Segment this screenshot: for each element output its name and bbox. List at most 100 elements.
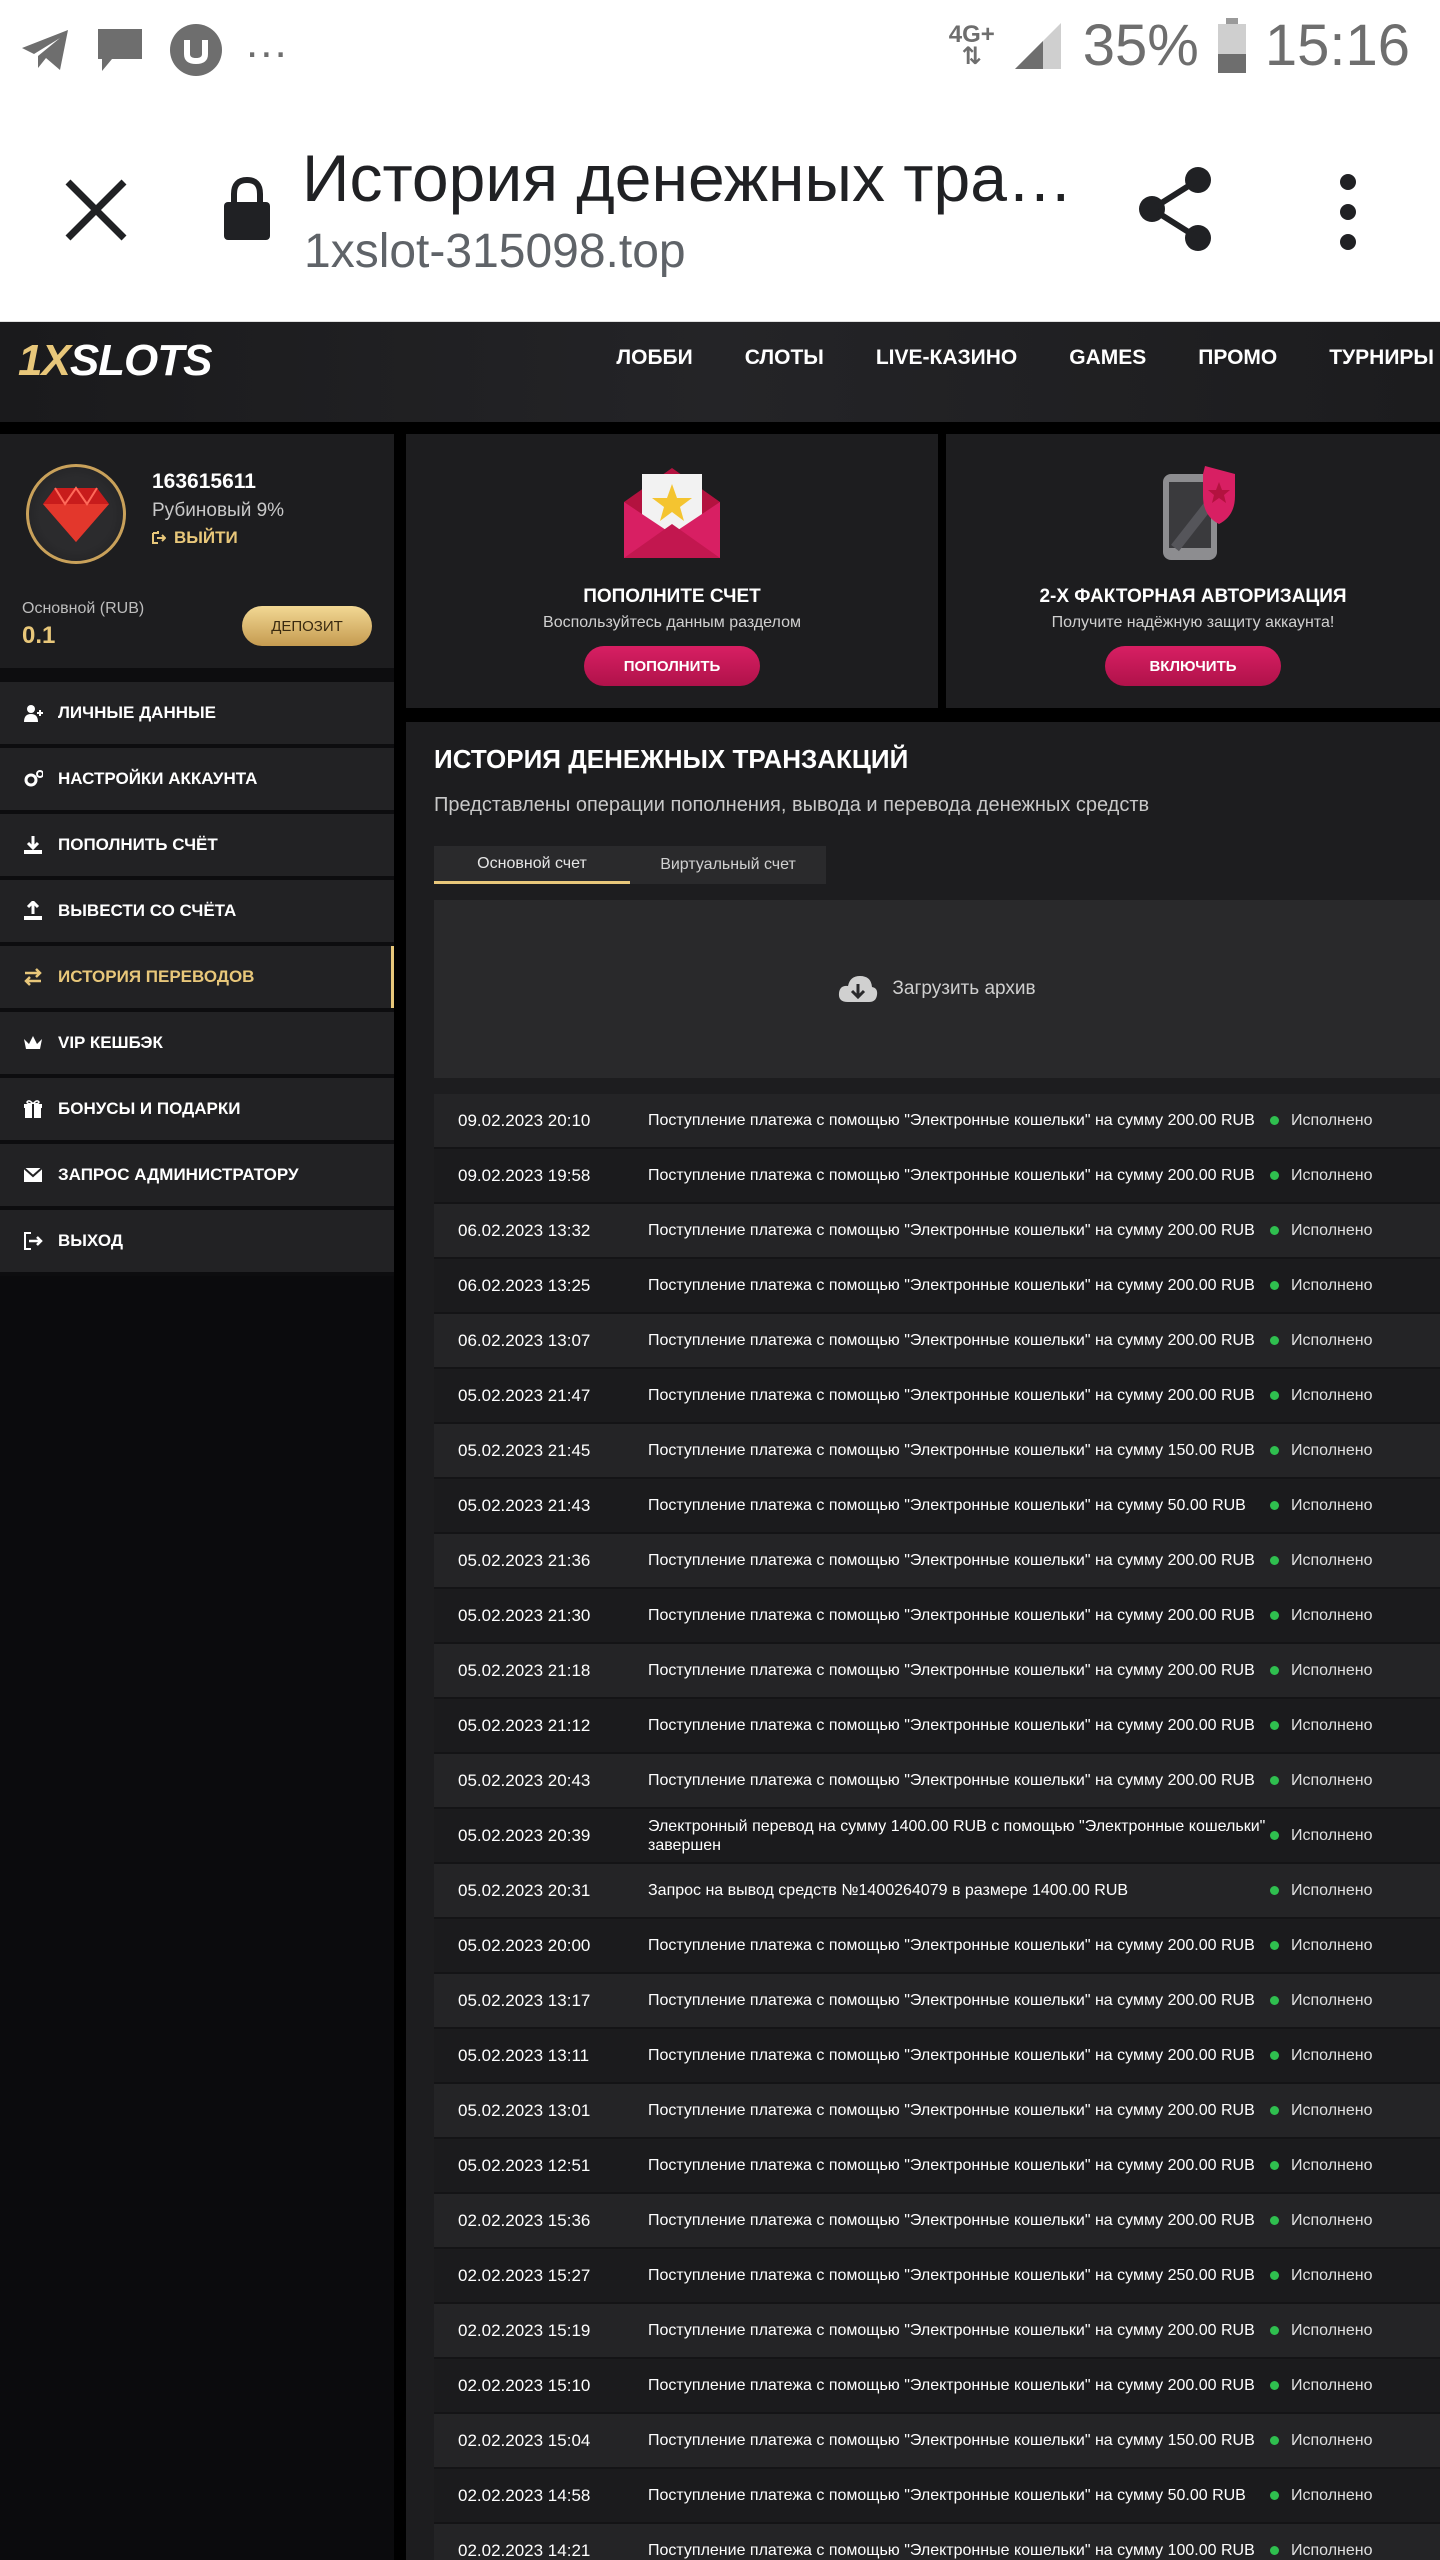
- transaction-date: 05.02.2023 21:12: [458, 1715, 591, 1735]
- table-row: 02.02.2023 14:21 Поступление платежа с по…: [434, 2524, 1440, 2560]
- status-label: Исполнено: [1291, 1441, 1373, 1459]
- notification-icons: ...: [20, 18, 289, 78]
- tab-virtual-account[interactable]: Виртуальный счет: [630, 846, 826, 884]
- status-dot-icon: [1270, 1666, 1279, 1675]
- menu-item-label: ВЫХОД: [58, 1231, 123, 1250]
- account-tabs: Основной счет Виртуальный счет: [434, 846, 826, 884]
- transaction-date: 05.02.2023 12:51: [458, 2155, 591, 2175]
- transaction-status: Исполнено: [1270, 1827, 1440, 1845]
- menu-item-upload[interactable]: ВЫВЕСТИ СО СЧЁТА: [0, 880, 394, 942]
- status-dot-icon: [1270, 2051, 1279, 2060]
- transaction-description: Поступление платежа с помощью "Электронн…: [648, 1277, 1255, 1294]
- user-id: 163615611: [152, 470, 256, 493]
- transaction-status: Исполнено: [1270, 2047, 1440, 2065]
- transaction-date: 05.02.2023 20:39: [458, 1825, 591, 1845]
- menu-item-label: БОНУСЫ И ПОДАРКИ: [58, 1099, 241, 1118]
- status-dot-icon: [1270, 2436, 1279, 2445]
- menu-item-download[interactable]: ПОПОЛНИТЬ СЧЁТ: [0, 814, 394, 876]
- transaction-date: 02.02.2023 15:36: [458, 2210, 591, 2230]
- status-label: Исполнено: [1291, 1496, 1373, 1514]
- page-url[interactable]: 1xslot-315098.top: [304, 224, 686, 279]
- top-up-button[interactable]: ПОПОЛНИТЬ: [584, 646, 760, 686]
- menu-item-user-plus[interactable]: ЛИЧНЫЕ ДАННЫЕ: [0, 682, 394, 744]
- status-label: Исполнено: [1291, 1331, 1373, 1349]
- status-label: Исполнено: [1291, 1111, 1373, 1129]
- tab-main-account[interactable]: Основной счет: [434, 846, 630, 884]
- transaction-status: Исполнено: [1270, 1442, 1440, 1460]
- nav-item[interactable]: GAMES: [1069, 346, 1146, 370]
- nav-item[interactable]: ЛОББИ: [616, 346, 692, 370]
- download-icon: [22, 835, 44, 855]
- lock-icon[interactable]: [222, 176, 272, 240]
- status-label: Исполнено: [1291, 2376, 1373, 2394]
- avatar[interactable]: [26, 464, 126, 564]
- status-label: Исполнено: [1291, 1551, 1373, 1569]
- table-row: 02.02.2023 15:36 Поступление платежа с по…: [434, 2194, 1440, 2249]
- profile-panel: 163615611 Рубиновый 9% ВЫЙТИ Основной (R…: [0, 434, 394, 668]
- transaction-date: 06.02.2023 13:25: [458, 1275, 591, 1295]
- utorrent-icon: [170, 24, 222, 76]
- phone-shield-icon: [1163, 466, 1235, 560]
- table-row: 02.02.2023 14:58 Поступление платежа с по…: [434, 2469, 1440, 2524]
- table-row: 05.02.2023 21:36 Поступление платежа с по…: [434, 1534, 1440, 1589]
- status-label: Исполнено: [1291, 2541, 1373, 2559]
- transaction-status: Исполнено: [1270, 2542, 1440, 2560]
- system-indicators: 4G+ ⇅ 35% 15:16: [949, 12, 1410, 79]
- transaction-date: 02.02.2023 15:10: [458, 2375, 591, 2395]
- status-dot-icon: [1270, 1886, 1279, 1895]
- menu-item-gift[interactable]: БОНУСЫ И ПОДАРКИ: [0, 1078, 394, 1140]
- card-title: 2-Х ФАКТОРНАЯ АВТОРИЗАЦИЯ: [1039, 586, 1347, 607]
- nav-item[interactable]: ТУРНИРЫ: [1329, 346, 1434, 370]
- deposit-button[interactable]: ДЕПОЗИТ: [242, 606, 372, 646]
- transaction-description: Электронный перевод на сумму 1400.00 RUB…: [648, 1817, 1266, 1854]
- transfer-icon: [22, 967, 44, 987]
- upload-icon: [22, 901, 44, 921]
- logo-part-1x: 1X: [18, 336, 71, 385]
- transaction-date: 02.02.2023 15:04: [458, 2430, 591, 2450]
- column-divider: [394, 434, 406, 2560]
- status-dot-icon: [1270, 1446, 1279, 1455]
- nav-item[interactable]: СЛОТЫ: [745, 346, 824, 370]
- table-row: 05.02.2023 21:30 Поступление платежа с по…: [434, 1589, 1440, 1644]
- balance-label: Основной (RUB): [22, 600, 145, 617]
- menu-item-exit[interactable]: ВЫХОД: [0, 1210, 394, 1272]
- download-archive-button[interactable]: Загрузить архив: [434, 900, 1440, 1078]
- card-title: ПОПОЛНИТЕ СЧЕТ: [583, 586, 761, 607]
- nav-item[interactable]: LIVE-КАЗИНО: [876, 346, 1017, 370]
- transaction-date: 02.02.2023 15:19: [458, 2320, 591, 2340]
- menu-item-envelope[interactable]: ЗАПРОС АДМИНИСТРАТОРУ: [0, 1144, 394, 1206]
- logout-icon: [152, 531, 166, 544]
- status-dot-icon: [1270, 2491, 1279, 2500]
- status-dot-icon: [1270, 1941, 1279, 1950]
- transaction-status: Исполнено: [1270, 2212, 1440, 2230]
- status-label: Исполнено: [1291, 1276, 1373, 1294]
- transaction-date: 05.02.2023 13:11: [458, 2045, 590, 2065]
- more-vert-icon[interactable]: [1320, 170, 1376, 254]
- transaction-description: Поступление платежа с помощью "Электронн…: [648, 1937, 1255, 1954]
- enable-2fa-button[interactable]: ВКЛЮЧИТЬ: [1105, 646, 1281, 686]
- message-icon: [98, 29, 142, 71]
- menu-item-transfer[interactable]: ИСТОРИЯ ПЕРЕВОДОВ: [0, 946, 394, 1008]
- logout-link[interactable]: ВЫЙТИ: [152, 528, 238, 548]
- nav-item[interactable]: ПРОМО: [1198, 346, 1277, 370]
- account-menu: ЛИЧНЫЕ ДАННЫЕ НАСТРОЙКИ АККАУНТА ПОПОЛНИТЬ…: [0, 682, 394, 1276]
- transaction-status: Исполнено: [1270, 1937, 1440, 1955]
- menu-item-crown[interactable]: VIP КЕШБЭК: [0, 1012, 394, 1074]
- share-icon[interactable]: [1132, 164, 1222, 254]
- menu-item-gears[interactable]: НАСТРОЙКИ АККАУНТА: [0, 748, 394, 810]
- menu-item-label: ИСТОРИЯ ПЕРЕВОДОВ: [58, 967, 255, 986]
- table-row: 05.02.2023 20:31 Запрос на вывод средств …: [434, 1864, 1440, 1919]
- status-label: Исполнено: [1291, 1881, 1373, 1899]
- status-dot-icon: [1270, 1171, 1279, 1180]
- menu-item-label: ВЫВЕСТИ СО СЧЁТА: [58, 901, 237, 920]
- transaction-date: 06.02.2023 13:07: [458, 1330, 591, 1350]
- site-logo[interactable]: 1XSLOTS: [18, 336, 213, 386]
- table-row: 05.02.2023 13:17 Поступление платежа с по…: [434, 1974, 1440, 2029]
- status-dot-icon: [1270, 1501, 1279, 1510]
- table-row: 02.02.2023 15:04 Поступление платежа с по…: [434, 2414, 1440, 2469]
- transaction-description: Поступление платежа с помощью "Электронн…: [648, 2377, 1255, 2394]
- transaction-description: Поступление платежа с помощью "Электронн…: [648, 2047, 1255, 2064]
- table-row: 09.02.2023 20:10 Поступление платежа с по…: [434, 1094, 1440, 1149]
- logout-label: ВЫЙТИ: [174, 528, 238, 547]
- close-icon[interactable]: [58, 172, 134, 248]
